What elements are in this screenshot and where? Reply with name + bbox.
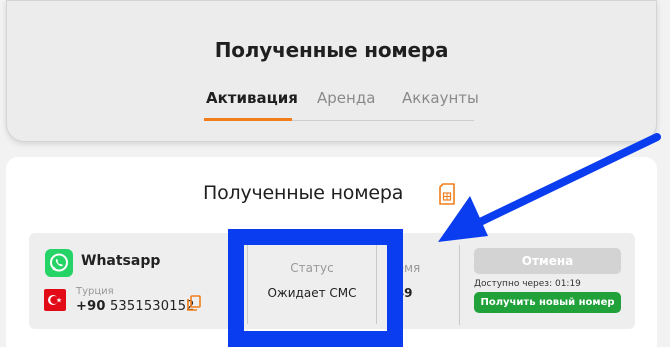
tab-activation[interactable]: Активация [206, 89, 298, 107]
phone-number: +90 5351530152 [76, 299, 195, 314]
copy-icon[interactable] [187, 295, 201, 311]
highlight-box-annotation [228, 229, 403, 347]
page-title: Полученные номера [214, 38, 449, 62]
column-divider [459, 245, 460, 325]
sim-card-icon [439, 183, 455, 205]
tab-bar: Активация Аренда Аккаунты [204, 87, 479, 121]
country-name: Турция [76, 286, 114, 297]
section-title: Полученные номера [203, 182, 404, 204]
tab-rent[interactable]: Аренда [317, 89, 375, 107]
service-name: Whatsapp [81, 253, 161, 269]
phone-digits: 5351530152 [109, 299, 195, 314]
phone-prefix: +90 [76, 299, 106, 314]
cancel-button[interactable]: Отмена [474, 248, 621, 274]
get-new-number-button[interactable]: Получить новый номер [474, 292, 621, 313]
turkey-flag-icon [44, 289, 66, 311]
tab-accounts[interactable]: Аккаунты [402, 89, 479, 107]
received-numbers-header: Полученные номера Активация Аренда Аккау… [6, 0, 657, 142]
available-timer: Доступно через: 01:19 [474, 279, 581, 289]
active-tab-indicator [204, 118, 292, 121]
whatsapp-icon [45, 249, 73, 277]
